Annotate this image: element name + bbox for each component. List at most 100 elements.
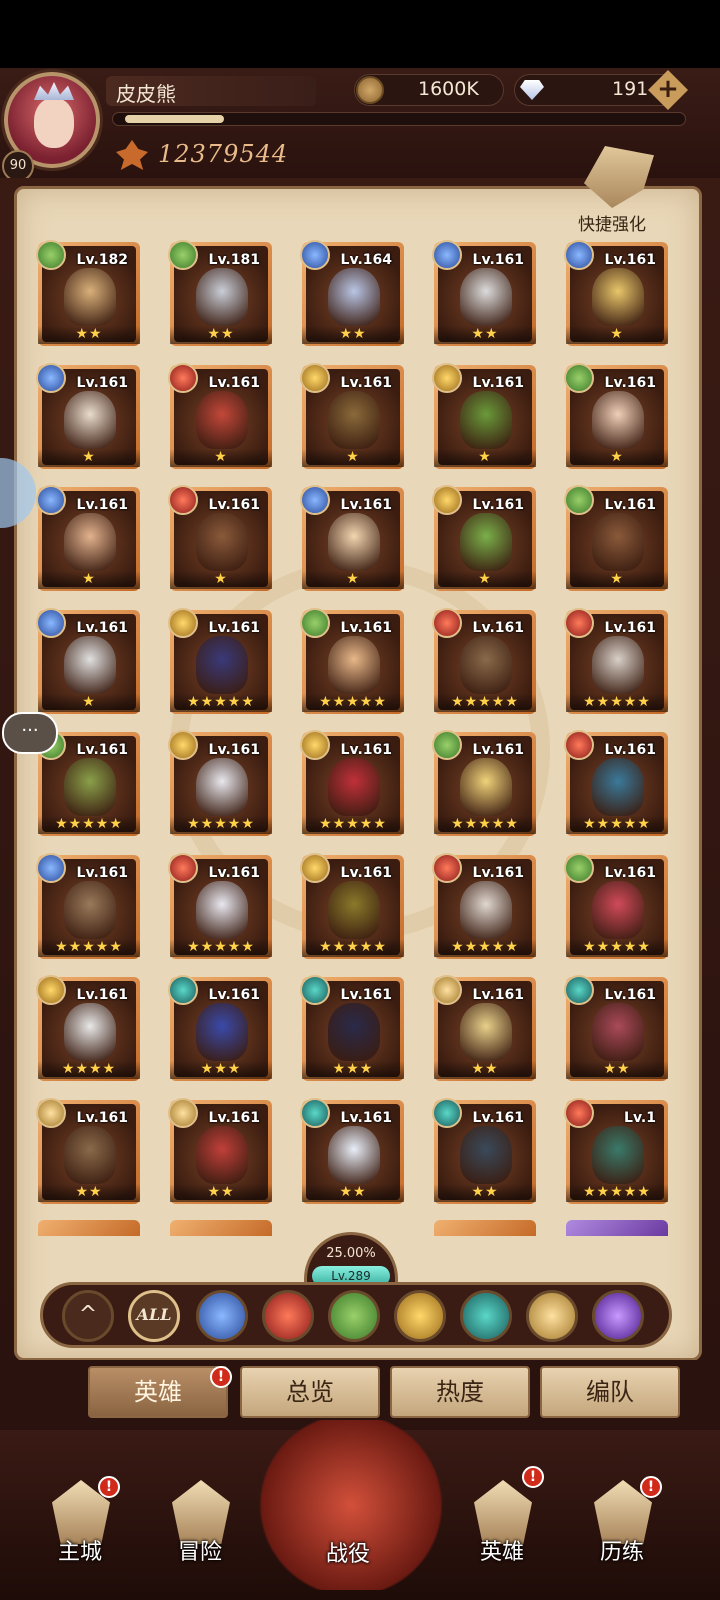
hero-card[interactable]: Lv.161 ★★ xyxy=(432,240,536,346)
hero-card[interactable]: Lv.182 ★★ xyxy=(36,240,140,346)
hero-card[interactable]: Lv.161 ★ xyxy=(36,608,140,714)
hero-card[interactable]: Lv.161 ★ xyxy=(300,485,404,591)
fire-faction-icon xyxy=(168,363,198,393)
hero-card[interactable]: Lv.161 ★★★★★ xyxy=(432,608,536,714)
hero-level: Lv.161 xyxy=(472,1110,524,1126)
hero-card[interactable]: Lv.1 ★★★★★ xyxy=(564,1098,668,1204)
hero-portrait xyxy=(460,758,512,816)
hero-level: Lv.161 xyxy=(208,865,260,881)
filter-fire-icon[interactable] xyxy=(262,1290,314,1342)
avatar-crown-icon xyxy=(34,82,74,100)
quick-enhance-label[interactable]: 快捷强化 xyxy=(578,210,646,235)
hero-card[interactable]: Lv.161 ★★★★★ xyxy=(564,853,668,959)
nav-label: 历练 xyxy=(599,1540,644,1565)
hero-level: Lv.161 xyxy=(604,865,656,881)
hero-card[interactable]: Lv.161 ★★ xyxy=(36,1098,140,1204)
hero-card[interactable]: Lv.161 ★★ xyxy=(432,975,536,1081)
hero-card[interactable]: Lv.161 ★★ xyxy=(168,1098,272,1204)
hero-card[interactable]: Lv.164 ★★ xyxy=(300,240,404,346)
forest-faction-icon xyxy=(432,730,462,760)
hero-level: Lv.161 xyxy=(208,987,260,1003)
nav-label: 战役 xyxy=(325,1542,370,1567)
hero-card[interactable]: Lv.181 ★★ xyxy=(168,240,272,346)
hero-level: Lv.161 xyxy=(604,497,656,513)
hero-stars: ★ xyxy=(434,449,536,467)
hero-card[interactable]: Lv.161 ★ xyxy=(564,240,668,346)
hero-level: Lv.161 xyxy=(472,620,524,636)
hero-level: Lv.161 xyxy=(472,497,524,513)
hero-stars: ★ xyxy=(302,449,404,467)
hero-card[interactable]: Lv.161 ★ xyxy=(36,363,140,469)
tab-overview[interactable]: 总览 xyxy=(240,1366,380,1418)
filter-water-icon[interactable] xyxy=(196,1290,248,1342)
nav-adventure[interactable]: 冒险 xyxy=(150,1470,250,1600)
hero-card[interactable]: Lv.161 ★ xyxy=(432,485,536,591)
hero-portrait xyxy=(64,881,116,939)
hero-card[interactable]: Lv.161 ★ xyxy=(300,363,404,469)
sky-faction-icon xyxy=(432,975,462,1005)
gold-value: 1600K xyxy=(418,78,479,100)
hero-card-partial xyxy=(170,1220,272,1236)
hero-portrait xyxy=(592,268,644,326)
nav-heroes[interactable]: 英雄 xyxy=(452,1470,552,1600)
abyss-faction-icon xyxy=(432,1098,462,1128)
filter-all-button[interactable]: ALL xyxy=(128,1290,180,1342)
hero-card[interactable]: Lv.161 ★ xyxy=(36,485,140,591)
hero-card[interactable]: Lv.161 ★ xyxy=(564,363,668,469)
hero-stars: ★★★★★ xyxy=(38,816,140,834)
filter-sky-icon[interactable] xyxy=(526,1290,578,1342)
hero-level: Lv.161 xyxy=(604,620,656,636)
light-faction-icon xyxy=(300,363,330,393)
hero-card[interactable]: Lv.161 ★★★★★ xyxy=(564,730,668,836)
hero-card[interactable]: Lv.161 ★★★ xyxy=(168,975,272,1081)
tab-popularity[interactable]: 热度 xyxy=(390,1366,530,1418)
light-faction-icon xyxy=(432,485,462,515)
hero-card[interactable]: Lv.161 ★★★★★ xyxy=(168,730,272,836)
filter-abyss-icon[interactable] xyxy=(460,1290,512,1342)
hero-stars: ★★★★★ xyxy=(170,694,272,712)
hero-card[interactable]: Lv.161 ★★ xyxy=(432,1098,536,1204)
hero-card[interactable]: Lv.161 ★★★★★ xyxy=(300,730,404,836)
hero-portrait xyxy=(460,1003,512,1061)
hero-card[interactable]: Lv.161 ★★★★★ xyxy=(168,853,272,959)
hero-level: Lv.164 xyxy=(340,252,392,268)
chat-button[interactable]: ··· xyxy=(2,712,58,754)
hero-card[interactable]: Lv.161 ★★★★★ xyxy=(36,730,140,836)
hero-card[interactable]: Lv.161 ★★★★★ xyxy=(168,608,272,714)
hero-level: Lv.161 xyxy=(472,252,524,268)
hero-level: Lv.161 xyxy=(76,1110,128,1126)
tab-heroes[interactable]: 英雄 xyxy=(88,1366,228,1418)
filter-light-icon[interactable] xyxy=(394,1290,446,1342)
hero-card[interactable]: Lv.161 ★ xyxy=(168,363,272,469)
hero-level: Lv.182 xyxy=(76,252,128,268)
nav-label: 冒险 xyxy=(177,1540,222,1565)
hero-card[interactable]: Lv.161 ★ xyxy=(432,363,536,469)
tab-formation[interactable]: 编队 xyxy=(540,1366,680,1418)
hero-card[interactable]: Lv.161 ★★★ xyxy=(300,975,404,1081)
hero-portrait xyxy=(64,391,116,449)
hero-level: Lv.161 xyxy=(340,742,392,758)
hero-card[interactable]: Lv.161 ★★★★ xyxy=(36,975,140,1081)
collapse-up-button[interactable]: ^ xyxy=(62,1290,114,1342)
fire-faction-icon xyxy=(168,853,198,883)
hero-card[interactable]: Lv.161 ★★★★★ xyxy=(36,853,140,959)
hero-stars: ★★ xyxy=(434,1184,536,1202)
filter-forest-icon[interactable] xyxy=(328,1290,380,1342)
hero-card[interactable]: Lv.161 ★ xyxy=(168,485,272,591)
hero-card[interactable]: Lv.161 ★★★★★ xyxy=(432,853,536,959)
hero-portrait xyxy=(196,636,248,694)
hero-card[interactable]: Lv.161 ★ xyxy=(564,485,668,591)
filter-void-icon[interactable] xyxy=(592,1290,644,1342)
hero-card[interactable]: Lv.161 ★★ xyxy=(564,975,668,1081)
abyss-faction-icon xyxy=(564,975,594,1005)
hero-card[interactable]: Lv.161 ★★★★★ xyxy=(432,730,536,836)
hero-level: Lv.161 xyxy=(340,865,392,881)
nav-campaign[interactable]: 战役 xyxy=(298,1470,398,1600)
hero-level: Lv.161 xyxy=(472,375,524,391)
water-faction-icon xyxy=(36,608,66,638)
hero-card[interactable]: Lv.161 ★★★★★ xyxy=(300,608,404,714)
hero-card[interactable]: Lv.161 ★★★★★ xyxy=(300,853,404,959)
hero-card[interactable]: Lv.161 ★★★★★ xyxy=(564,608,668,714)
hero-card[interactable]: Lv.161 ★★ xyxy=(300,1098,404,1204)
hero-stars: ★★ xyxy=(302,326,404,344)
